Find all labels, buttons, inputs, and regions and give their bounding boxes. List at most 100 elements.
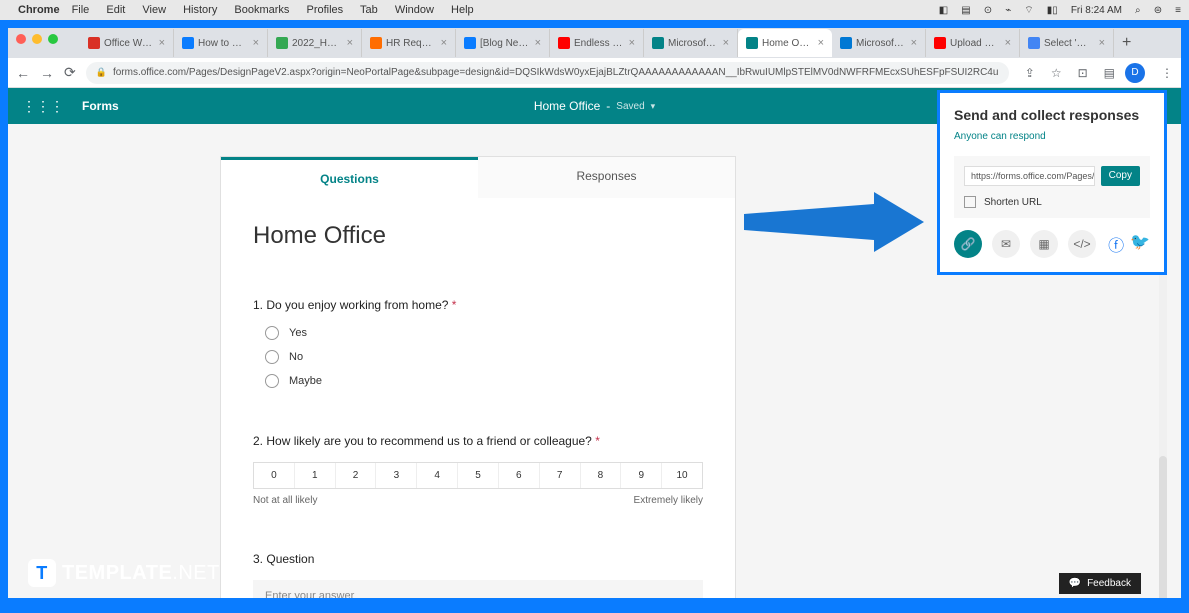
profile-avatar[interactable]: D	[1125, 63, 1145, 83]
rating-cell[interactable]: 4	[417, 463, 458, 488]
lock-icon: 🔒	[96, 67, 107, 78]
close-tab-icon[interactable]: ×	[1005, 37, 1011, 49]
menu-history[interactable]: History	[183, 4, 217, 16]
rating-cell[interactable]: 0	[254, 463, 295, 488]
maximize-window[interactable]	[48, 34, 58, 44]
menu-profiles[interactable]: Profiles	[307, 4, 344, 16]
watermark: T TEMPLATE.NET	[28, 559, 220, 587]
feedback-button[interactable]: 💬 Feedback	[1059, 573, 1141, 594]
share-embed-icon[interactable]: </>	[1068, 230, 1096, 258]
twitter-icon[interactable]: 🐦	[1130, 232, 1150, 256]
browser-tab[interactable]: Endless Sun×	[550, 29, 644, 57]
close-tab-icon[interactable]: ×	[1099, 37, 1105, 49]
facebook-icon[interactable]: ⓕ	[1108, 232, 1124, 256]
menu-file[interactable]: File	[72, 4, 90, 16]
rating-cell[interactable]: 5	[458, 463, 499, 488]
tray-icon[interactable]: ◧	[939, 5, 948, 16]
close-tab-icon[interactable]: ×	[535, 37, 541, 49]
copy-button[interactable]: Copy	[1101, 166, 1140, 186]
q1-option-yes[interactable]: Yes	[265, 326, 703, 340]
close-window[interactable]	[16, 34, 26, 44]
close-tab-icon[interactable]: ×	[441, 37, 447, 49]
reload-button[interactable]: ⟳	[64, 64, 76, 81]
share-link-icon[interactable]: 🔗	[954, 230, 982, 258]
close-tab-icon[interactable]: ×	[253, 37, 259, 49]
scrollbar-thumb[interactable]	[1159, 456, 1167, 598]
browser-tab[interactable]: [Blog New Key×	[456, 29, 550, 57]
rating-cell[interactable]: 9	[621, 463, 662, 488]
browser-tab[interactable]: Home Office×	[738, 29, 832, 57]
clock[interactable]: Fri 8:24 AM	[1071, 5, 1122, 16]
browser-tab[interactable]: Select 'Collect×	[1020, 29, 1114, 57]
favicon	[652, 37, 664, 49]
minimize-window[interactable]	[32, 34, 42, 44]
star-icon[interactable]: ☆	[1051, 66, 1062, 80]
browser-tab[interactable]: Office Workers×	[80, 29, 174, 57]
forms-brand[interactable]: Forms	[82, 99, 119, 113]
window-controls	[16, 34, 58, 44]
browser-tab[interactable]: How to Embed×	[174, 29, 268, 57]
menu-view[interactable]: View	[142, 4, 166, 16]
rating-cell[interactable]: 1	[295, 463, 336, 488]
rating-cell[interactable]: 6	[499, 463, 540, 488]
form-title[interactable]: Home Office	[253, 222, 703, 250]
browser-tab[interactable]: 2022_HR Requ×	[268, 29, 362, 57]
close-tab-icon[interactable]: ×	[629, 37, 635, 49]
close-tab-icon[interactable]: ×	[911, 37, 917, 49]
forward-button[interactable]: →	[40, 65, 54, 81]
tab-questions[interactable]: Questions	[221, 157, 478, 198]
menu-bookmarks[interactable]: Bookmarks	[234, 4, 289, 16]
share-email-icon[interactable]: ✉	[992, 230, 1020, 258]
url-text: forms.office.com/Pages/DesignPageV2.aspx…	[113, 67, 998, 78]
browser-tab[interactable]: HR Requests×	[362, 29, 456, 57]
close-tab-icon[interactable]: ×	[818, 37, 824, 49]
question-3-label: 3. Question	[253, 552, 703, 566]
rating-cell[interactable]: 2	[336, 463, 377, 488]
mac-active-app[interactable]: Chrome	[18, 4, 60, 16]
doc-title-area[interactable]: Home Office - Saved ▾	[534, 99, 655, 113]
browser-tab[interactable]: Microsoft Forms×	[644, 29, 738, 57]
menu-tab[interactable]: Tab	[360, 4, 378, 16]
address-bar: ← → ⟳ 🔒 forms.office.com/Pages/DesignPag…	[8, 58, 1181, 88]
rating-cell[interactable]: 3	[376, 463, 417, 488]
tray-icon[interactable]: ⊙	[984, 5, 992, 16]
omnibox[interactable]: 🔒 forms.office.com/Pages/DesignPageV2.as…	[86, 62, 1009, 84]
control-center-icon[interactable]: ⊜	[1154, 5, 1162, 16]
tray-icon[interactable]: ⌁	[1005, 5, 1011, 16]
waffle-icon[interactable]: ⋮⋮⋮	[22, 98, 64, 115]
menu-window[interactable]: Window	[395, 4, 434, 16]
respond-setting-link[interactable]: Anyone can respond	[954, 131, 1150, 142]
share-qr-icon[interactable]: ▦	[1030, 230, 1058, 258]
favicon	[558, 37, 570, 49]
back-button[interactable]: ←	[16, 65, 30, 81]
tray-icon[interactable]: ▤	[961, 5, 970, 16]
battery-icon[interactable]: ▮▯	[1047, 5, 1058, 16]
notification-icon[interactable]: ≡	[1175, 5, 1181, 16]
rating-cell[interactable]: 10	[662, 463, 702, 488]
search-icon[interactable]: ⌕	[1135, 5, 1141, 16]
q1-option-no[interactable]: No	[265, 350, 703, 364]
chat-icon: 💬	[1069, 578, 1081, 589]
browser-tab[interactable]: Upload Files in×	[926, 29, 1020, 57]
share-icon[interactable]: ⇪	[1025, 66, 1035, 80]
close-tab-icon[interactable]: ×	[159, 37, 165, 49]
question-1-label: 1. Do you enjoy working from home? *	[253, 298, 703, 312]
wifi-icon[interactable]: ⌔	[1024, 5, 1033, 16]
close-tab-icon[interactable]: ×	[347, 37, 353, 49]
rating-cell[interactable]: 7	[540, 463, 581, 488]
text-answer-input[interactable]: Enter your answer	[253, 580, 703, 598]
menu-help[interactable]: Help	[451, 4, 474, 16]
tab-responses[interactable]: Responses	[478, 157, 735, 198]
shorten-url-checkbox[interactable]: Shorten URL	[964, 196, 1140, 208]
close-tab-icon[interactable]: ×	[723, 37, 729, 49]
extensions-icon[interactable]: ⊡	[1078, 66, 1088, 80]
chrome-menu-icon[interactable]: ⋮	[1161, 66, 1173, 80]
chevron-down-icon: ▾	[651, 101, 656, 112]
share-url-input[interactable]: https://forms.office.com/Pages/Resp…	[964, 166, 1095, 186]
rating-cell[interactable]: 8	[581, 463, 622, 488]
menu-edit[interactable]: Edit	[106, 4, 125, 16]
q1-option-maybe[interactable]: Maybe	[265, 374, 703, 388]
browser-tab[interactable]: Microsoft acco×	[832, 29, 926, 57]
new-tab-button[interactable]: +	[1114, 34, 1139, 52]
reading-list-icon[interactable]: ▤	[1104, 66, 1115, 80]
